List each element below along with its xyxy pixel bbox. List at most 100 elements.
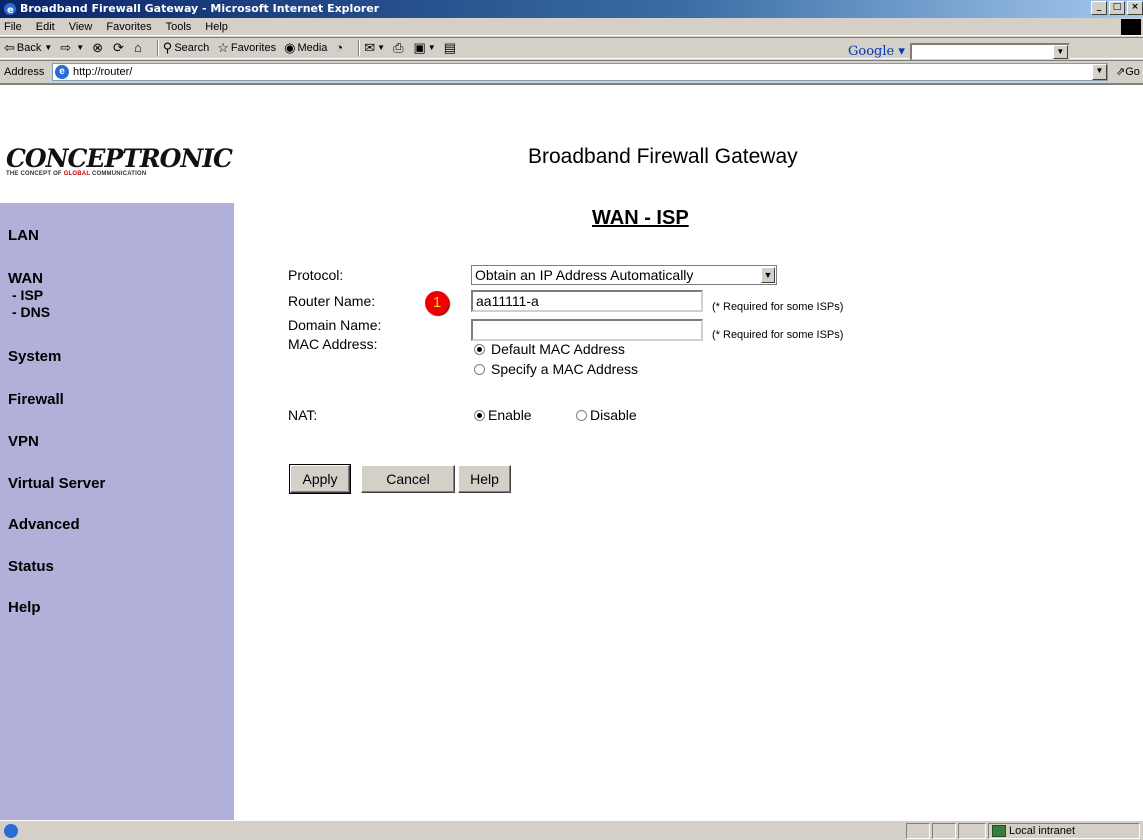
menu-bar: File Edit View Favorites Tools Help: [0, 18, 1143, 36]
sidebar-item-virtual-server[interactable]: Virtual Server: [8, 475, 105, 492]
sidebar-item-lan[interactable]: LAN: [8, 227, 39, 244]
nat-enable-radio[interactable]: [474, 409, 485, 421]
forward-arrow-icon: ⇨: [60, 40, 72, 55]
sidebar-item-system[interactable]: System: [8, 348, 61, 365]
google-search-input[interactable]: ▼: [909, 43, 1070, 61]
google-logo-text: Google: [848, 44, 895, 59]
stop-button[interactable]: ⊗: [92, 37, 105, 59]
edit-button[interactable]: ▣ ▼: [414, 37, 436, 59]
search-icon: ⚲: [162, 40, 173, 55]
discuss-button[interactable]: ▤: [444, 37, 458, 59]
page-title: Broadband Firewall Gateway: [528, 145, 798, 168]
ie-status-icon: [4, 824, 18, 838]
logo-tagline-post: COMMUNICATION: [90, 171, 147, 177]
chevron-down-icon[interactable]: ▼: [761, 267, 775, 283]
toolbar-separator: [358, 40, 360, 56]
chevron-down-icon[interactable]: ▼: [1092, 64, 1107, 80]
back-arrow-icon: ⇦: [4, 40, 15, 55]
nat-disable-option[interactable]: Disable: [576, 407, 637, 423]
chevron-down-icon[interactable]: ▼: [377, 37, 385, 59]
go-button[interactable]: ⇗Go: [1116, 61, 1140, 83]
router-name-note: (* Required for some ISPs): [712, 301, 844, 313]
sidebar-item-wan[interactable]: WAN: [8, 270, 43, 287]
media-icon: ◉: [284, 40, 296, 55]
address-input[interactable]: e http://router/ ▼: [52, 63, 1108, 81]
cancel-button[interactable]: Cancel: [361, 465, 455, 493]
favorites-label: Favorites: [230, 42, 277, 54]
forward-button[interactable]: ⇨ ▼: [60, 37, 84, 59]
media-label: Media: [297, 42, 328, 54]
menu-view[interactable]: View: [69, 18, 93, 35]
history-button[interactable]: ◔: [335, 37, 345, 59]
mac-default-option[interactable]: Default MAC Address: [474, 341, 625, 357]
menu-tools[interactable]: Tools: [166, 18, 192, 35]
toolbar-separator: [156, 40, 158, 56]
sidebar-item-advanced[interactable]: Advanced: [8, 516, 80, 533]
logo-tagline-red: GLOBAL: [63, 171, 91, 177]
router-name-label: Router Name:: [288, 293, 376, 309]
chevron-down-icon[interactable]: ▼: [428, 37, 436, 59]
close-button[interactable]: ×: [1127, 1, 1143, 15]
search-button[interactable]: ⚲ Search: [163, 37, 209, 59]
go-label: Go: [1125, 66, 1140, 78]
mac-specify-radio[interactable]: [474, 363, 485, 375]
menu-file[interactable]: File: [4, 18, 22, 35]
menu-help[interactable]: Help: [205, 18, 228, 35]
protocol-select[interactable]: Obtain an IP Address Automatically ▼: [471, 265, 777, 285]
ie-icon: e: [4, 3, 16, 16]
protocol-value: Obtain an IP Address Automatically: [475, 267, 694, 283]
window-title: Broadband Firewall Gateway - Microsoft I…: [20, 2, 380, 15]
domain-name-note: (* Required for some ISPs): [712, 329, 844, 341]
page-icon: e: [55, 65, 69, 79]
back-label: Back: [16, 42, 42, 54]
favorites-button[interactable]: ☆ Favorites: [217, 37, 276, 59]
sidebar-item-status[interactable]: Status: [8, 558, 54, 575]
mac-default-label: Default MAC Address: [491, 341, 625, 357]
chevron-down-icon[interactable]: ▼: [76, 37, 84, 59]
home-icon: ⌂: [133, 40, 142, 55]
menu-edit[interactable]: Edit: [36, 18, 55, 35]
mac-default-radio[interactable]: [474, 343, 485, 355]
print-button[interactable]: ⎙: [393, 37, 405, 59]
address-label: Address: [4, 65, 45, 78]
section-title: WAN - ISP: [592, 207, 689, 229]
nat-disable-radio[interactable]: [576, 409, 587, 421]
mac-specify-label: Specify a MAC Address: [491, 361, 639, 377]
print-icon: ⎙: [393, 40, 404, 55]
browser-window: e Broadband Firewall Gateway - Microsoft…: [0, 0, 1143, 840]
menu-favorites[interactable]: Favorites: [106, 18, 151, 35]
callout-badge: 1: [425, 291, 449, 315]
refresh-button[interactable]: ⟳: [113, 37, 126, 59]
sidebar-item-firewall[interactable]: Firewall: [8, 391, 64, 408]
refresh-icon: ⟳: [113, 40, 124, 55]
windows-logo-icon: [1121, 19, 1141, 35]
back-button[interactable]: ⇦ Back ▼: [4, 37, 52, 59]
sidebar-nav: LAN WAN - ISP - DNS System Firewall VPN …: [0, 203, 234, 820]
sidebar-item-wan-isp[interactable]: - ISP: [12, 287, 43, 303]
zone-label: Local intranet: [1009, 825, 1076, 837]
domain-name-input[interactable]: [471, 319, 703, 341]
chevron-down-icon[interactable]: ▼: [44, 37, 52, 59]
status-bar: Local intranet: [0, 820, 1143, 840]
router-name-input[interactable]: aa11111-a: [471, 290, 703, 312]
maximize-button[interactable]: □: [1109, 1, 1125, 15]
sidebar-item-wan-dns[interactable]: - DNS: [12, 304, 50, 320]
nat-label: NAT:: [288, 407, 318, 423]
security-zone: Local intranet: [988, 823, 1140, 839]
minimize-button[interactable]: _: [1091, 1, 1107, 15]
chevron-down-icon[interactable]: ▼: [1052, 45, 1068, 59]
sidebar-item-vpn[interactable]: VPN: [8, 433, 39, 450]
nat-enable-option[interactable]: Enable: [474, 407, 532, 423]
media-button[interactable]: ◉ Media: [284, 37, 327, 59]
home-button[interactable]: ⌂: [134, 37, 144, 59]
logo-wordmark: CONCEPTRONIC: [6, 144, 233, 173]
nat-disable-label: Disable: [590, 407, 637, 423]
status-cell: [906, 823, 930, 839]
stop-icon: ⊗: [92, 40, 104, 55]
mac-specify-option[interactable]: Specify a MAC Address: [474, 361, 638, 377]
mail-button[interactable]: ✉ ▼: [364, 37, 385, 59]
sidebar-item-help[interactable]: Help: [8, 599, 41, 616]
domain-name-label: Domain Name:: [288, 317, 382, 333]
help-button[interactable]: Help: [458, 465, 511, 493]
apply-button[interactable]: Apply: [289, 464, 351, 494]
